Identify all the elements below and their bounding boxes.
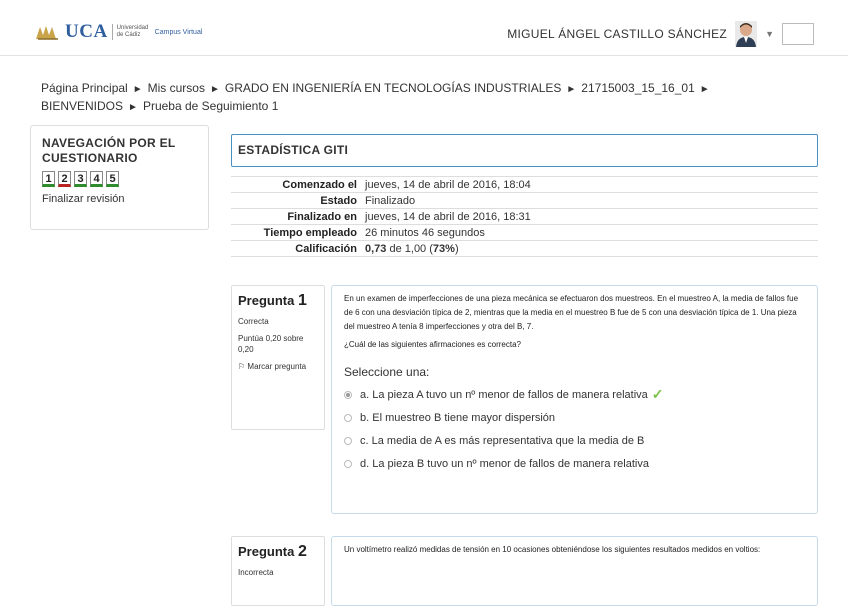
grade-score: 0,73 <box>365 242 387 255</box>
breadcrumb-arrow-icon: ► <box>128 102 138 113</box>
radio-button[interactable] <box>344 436 352 445</box>
flag-icon: ⚐ <box>238 362 246 371</box>
breadcrumb-arrow-icon: ► <box>209 84 220 95</box>
summary-row: Estado Finalizado <box>231 192 818 209</box>
campus-virtual-label: Campus Virtual <box>154 28 203 36</box>
user-menu[interactable]: MIGUEL ÁNGEL CASTILLO SÁNCHEZ ▼ <box>507 21 814 47</box>
quiz-navigation-block: NAVEGACIÓN POR EL CUESTIONARIO 1 2 3 4 5… <box>30 125 209 230</box>
question-text: En un examen de imperfecciones de una pi… <box>344 294 799 331</box>
radio-button[interactable] <box>344 390 352 399</box>
summary-value: jueves, 14 de abril de 2016, 18:31 <box>361 208 818 225</box>
breadcrumb-my-courses[interactable]: Mis cursos <box>148 81 205 95</box>
quiz-navigation-title: NAVEGACIÓN POR EL CUESTIONARIO <box>42 136 176 165</box>
logo-subtitle: Universidad de Cádiz <box>116 25 149 38</box>
answer-option-b[interactable]: b. El muestreo B tiene mayor dispersión <box>344 410 805 425</box>
question-1-content: En un examen de imperfecciones de una pi… <box>331 285 818 514</box>
flag-question-button[interactable]: ⚐ Marcar pregunta <box>238 361 318 372</box>
answer-label[interactable]: a. La pieza A tuvo un nº menor de fallos… <box>360 389 648 401</box>
breadcrumb-arrow-icon: ► <box>699 84 710 95</box>
breadcrumb-course-code[interactable]: 21715003_15_16_01 <box>581 81 694 95</box>
grade-middle: de 1,00 ( <box>386 242 433 255</box>
user-name[interactable]: MIGUEL ÁNGEL CASTILLO SÁNCHEZ <box>507 27 727 41</box>
answer-option-a[interactable]: a. La pieza A tuvo un nº menor de fallos… <box>344 386 805 402</box>
question-1-info: Pregunta 1 Correcta Puntúa 0,20 sobre 0,… <box>231 285 325 430</box>
summary-label: Finalizado en <box>231 208 361 225</box>
uca-crest-icon <box>36 26 58 40</box>
breadcrumb-degree[interactable]: GRADO EN INGENIERÍA EN TECNOLOGÍAS INDUS… <box>225 81 562 95</box>
question-label: Pregunta <box>238 544 295 559</box>
breadcrumb-section[interactable]: BIENVENIDOS <box>41 99 123 113</box>
question-nav-buttons: 1 2 3 4 5 <box>42 171 197 187</box>
question-2-content: Un voltímetro realizó medidas de tensión… <box>331 536 818 606</box>
question-nav-3[interactable]: 3 <box>74 171 87 187</box>
question-grade: Puntúa 0,20 sobre 0,20 <box>238 334 304 354</box>
summary-value: Finalizado <box>361 192 818 209</box>
finish-review-link[interactable]: Finalizar revisión <box>42 193 197 205</box>
radio-button[interactable] <box>344 413 352 422</box>
top-bar: UCA Universidad de Cádiz Campus Virtual … <box>0 0 848 56</box>
summary-row: Comenzado el jueves, 14 de abril de 2016,… <box>231 176 818 193</box>
breadcrumb-arrow-icon: ► <box>566 84 577 95</box>
summary-label: Tiempo empleado <box>231 224 361 241</box>
logo-text: UCA <box>65 21 108 42</box>
grade-value: 0,73 de 1,00 (73%) <box>361 240 818 257</box>
question-state: Correcta <box>238 317 269 326</box>
question-nav-2[interactable]: 2 <box>58 171 71 187</box>
grade-end: ) <box>454 242 459 255</box>
logo-divider <box>111 24 113 40</box>
breadcrumb-arrow-icon: ► <box>132 84 143 95</box>
question-nav-5[interactable]: 5 <box>106 171 119 187</box>
breadcrumb: Página Principal ► Mis cursos ► GRADO EN ING… <box>41 80 761 116</box>
question-number: Pregunta 1 <box>238 292 318 310</box>
question-nav-1[interactable]: 1 <box>42 171 55 187</box>
summary-label: Comenzado el <box>231 176 361 193</box>
question-number-value: 1 <box>297 292 307 309</box>
uca-logo[interactable]: UCA Universidad de Cádiz Campus Virtual <box>34 21 203 42</box>
summary-row: Finalizado en jueves, 14 de abril de 2016… <box>231 208 818 225</box>
question-prompt: ¿Cuál de las siguientes afirmaciones es … <box>344 340 521 349</box>
answer-label[interactable]: c. La media de A es más representativa q… <box>360 435 644 447</box>
answer-label[interactable]: b. El muestreo B tiene mayor dispersión <box>360 412 555 424</box>
summary-label: Calificación <box>231 240 361 257</box>
radio-button[interactable] <box>344 459 352 468</box>
grade-percent: 73% <box>432 242 455 255</box>
answer-option-d[interactable]: d. La pieza B tuvo un nº menor de fallos… <box>344 456 805 471</box>
summary-row: Tiempo empleado 26 minutos 46 segundos <box>231 224 818 241</box>
summary-label: Estado <box>231 192 361 209</box>
summary-row: Calificación 0,73 de 1,00 (73%) <box>231 240 818 257</box>
summary-value: 26 minutos 46 segundos <box>361 224 818 241</box>
answer-label[interactable]: d. La pieza B tuvo un nº menor de fallos… <box>360 458 649 470</box>
breadcrumb-home[interactable]: Página Principal <box>41 81 128 95</box>
flag-label: Marcar pregunta <box>247 362 307 371</box>
question-nav-4[interactable]: 4 <box>90 171 103 187</box>
question-number: Pregunta 2 <box>238 543 318 561</box>
answer-option-c[interactable]: c. La media de A es más representativa q… <box>344 433 805 448</box>
question-number-value: 2 <box>297 543 307 560</box>
summary-value: jueves, 14 de abril de 2016, 18:04 <box>361 176 818 193</box>
question-2-info: Pregunta 2 Incorrecta <box>231 536 325 606</box>
quiz-title: ESTADÍSTICA GITI <box>231 134 818 167</box>
avatar[interactable] <box>735 21 758 47</box>
checkmark-icon: ✓ <box>651 386 664 402</box>
question-state: Incorrecta <box>238 568 274 577</box>
header-search-box[interactable] <box>782 23 814 45</box>
select-one-label: Seleccione una: <box>344 365 430 379</box>
breadcrumb-quiz[interactable]: Prueba de Seguimiento 1 <box>143 99 278 113</box>
question-text: Un voltímetro realizó medidas de tensión… <box>344 545 761 554</box>
chevron-down-icon[interactable]: ▼ <box>765 29 774 39</box>
attempt-summary-table: Comenzado el jueves, 14 de abril de 2016,… <box>231 176 818 257</box>
question-label: Pregunta <box>238 293 295 308</box>
